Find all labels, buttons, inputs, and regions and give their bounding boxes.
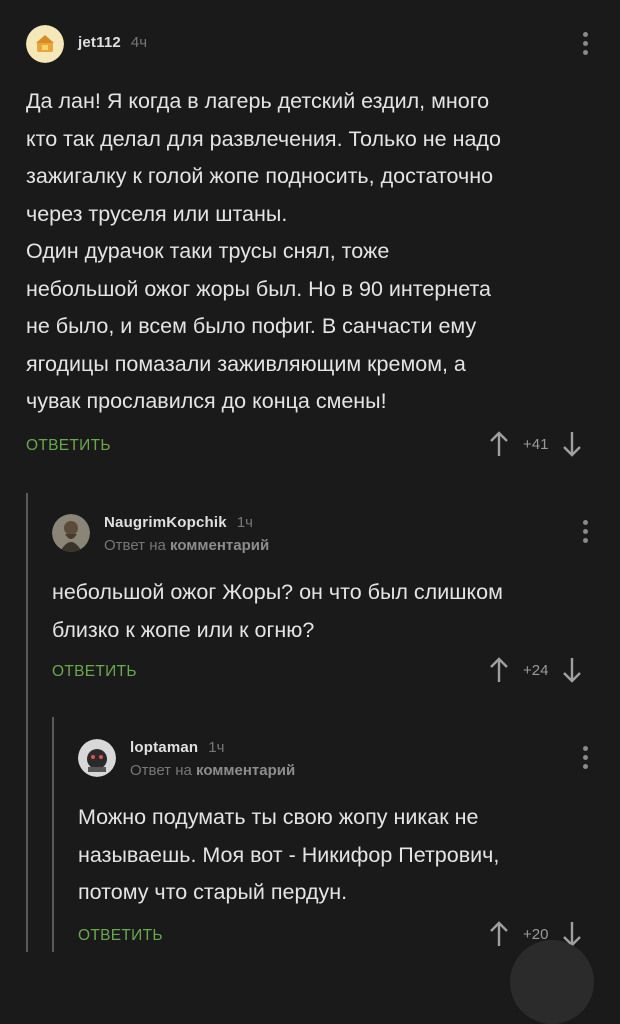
avatar[interactable]	[78, 739, 116, 777]
reply-target-link[interactable]: комментарий	[170, 537, 269, 554]
arrow-up-icon[interactable]	[489, 657, 509, 683]
rating: +24	[523, 661, 549, 679]
reply-prefix: Ответ на	[104, 537, 166, 554]
comment-header: NaugrimKopchik 1ч Ответ на комментарий	[52, 514, 269, 554]
comment-header: jet112 4ч	[26, 25, 147, 63]
vote-controls: +41	[489, 431, 582, 457]
comment-text: небольшой ожог Жоры? он что был слишком …	[52, 580, 503, 642]
floating-action-button[interactable]	[510, 940, 594, 1024]
arrow-down-icon[interactable]	[562, 657, 582, 683]
kebab-menu-icon[interactable]	[582, 32, 588, 55]
username[interactable]: loptaman	[130, 739, 198, 756]
timestamp: 1ч	[208, 739, 225, 756]
comment-meta: loptaman 1ч Ответ на комментарий	[130, 739, 295, 779]
kebab-menu-icon[interactable]	[582, 746, 588, 769]
arrow-up-icon[interactable]	[489, 431, 509, 457]
arrow-down-icon[interactable]	[562, 431, 582, 457]
arrow-up-icon[interactable]	[489, 921, 509, 947]
timestamp: 4ч	[130, 34, 148, 51]
vote-controls: +24	[489, 657, 582, 683]
username[interactable]: jet112	[78, 34, 121, 51]
comment-meta: jet112 4ч	[78, 25, 147, 51]
thread-line[interactable]	[52, 717, 54, 952]
comment-header: loptaman 1ч Ответ на комментарий	[78, 739, 295, 779]
reply-prefix: Ответ на	[130, 762, 192, 779]
timestamp: 1ч	[236, 514, 253, 531]
reply-target-link[interactable]: комментарий	[196, 762, 295, 779]
reply-to-line: Ответ на комментарий	[130, 762, 295, 779]
reply-button[interactable]: ОТВЕТИТЬ	[52, 663, 137, 681]
avatar[interactable]	[52, 514, 90, 552]
reply-button[interactable]: ОТВЕТИТЬ	[78, 927, 163, 945]
comment-meta: NaugrimKopchik 1ч Ответ на комментарий	[104, 514, 269, 554]
thread-line[interactable]	[26, 493, 28, 952]
username[interactable]: NaugrimKopchik	[104, 514, 227, 531]
comment-text: Да лан! Я когда в лагерь детский ездил, …	[26, 89, 501, 413]
reply-button[interactable]: ОТВЕТИТЬ	[26, 437, 111, 455]
reply-to-line: Ответ на комментарий	[104, 537, 269, 554]
rating: +41	[523, 435, 549, 453]
avatar[interactable]	[26, 25, 64, 63]
kebab-menu-icon[interactable]	[582, 520, 588, 543]
comment-text: Можно подумать ты свою жопу никак не наз…	[78, 805, 500, 904]
